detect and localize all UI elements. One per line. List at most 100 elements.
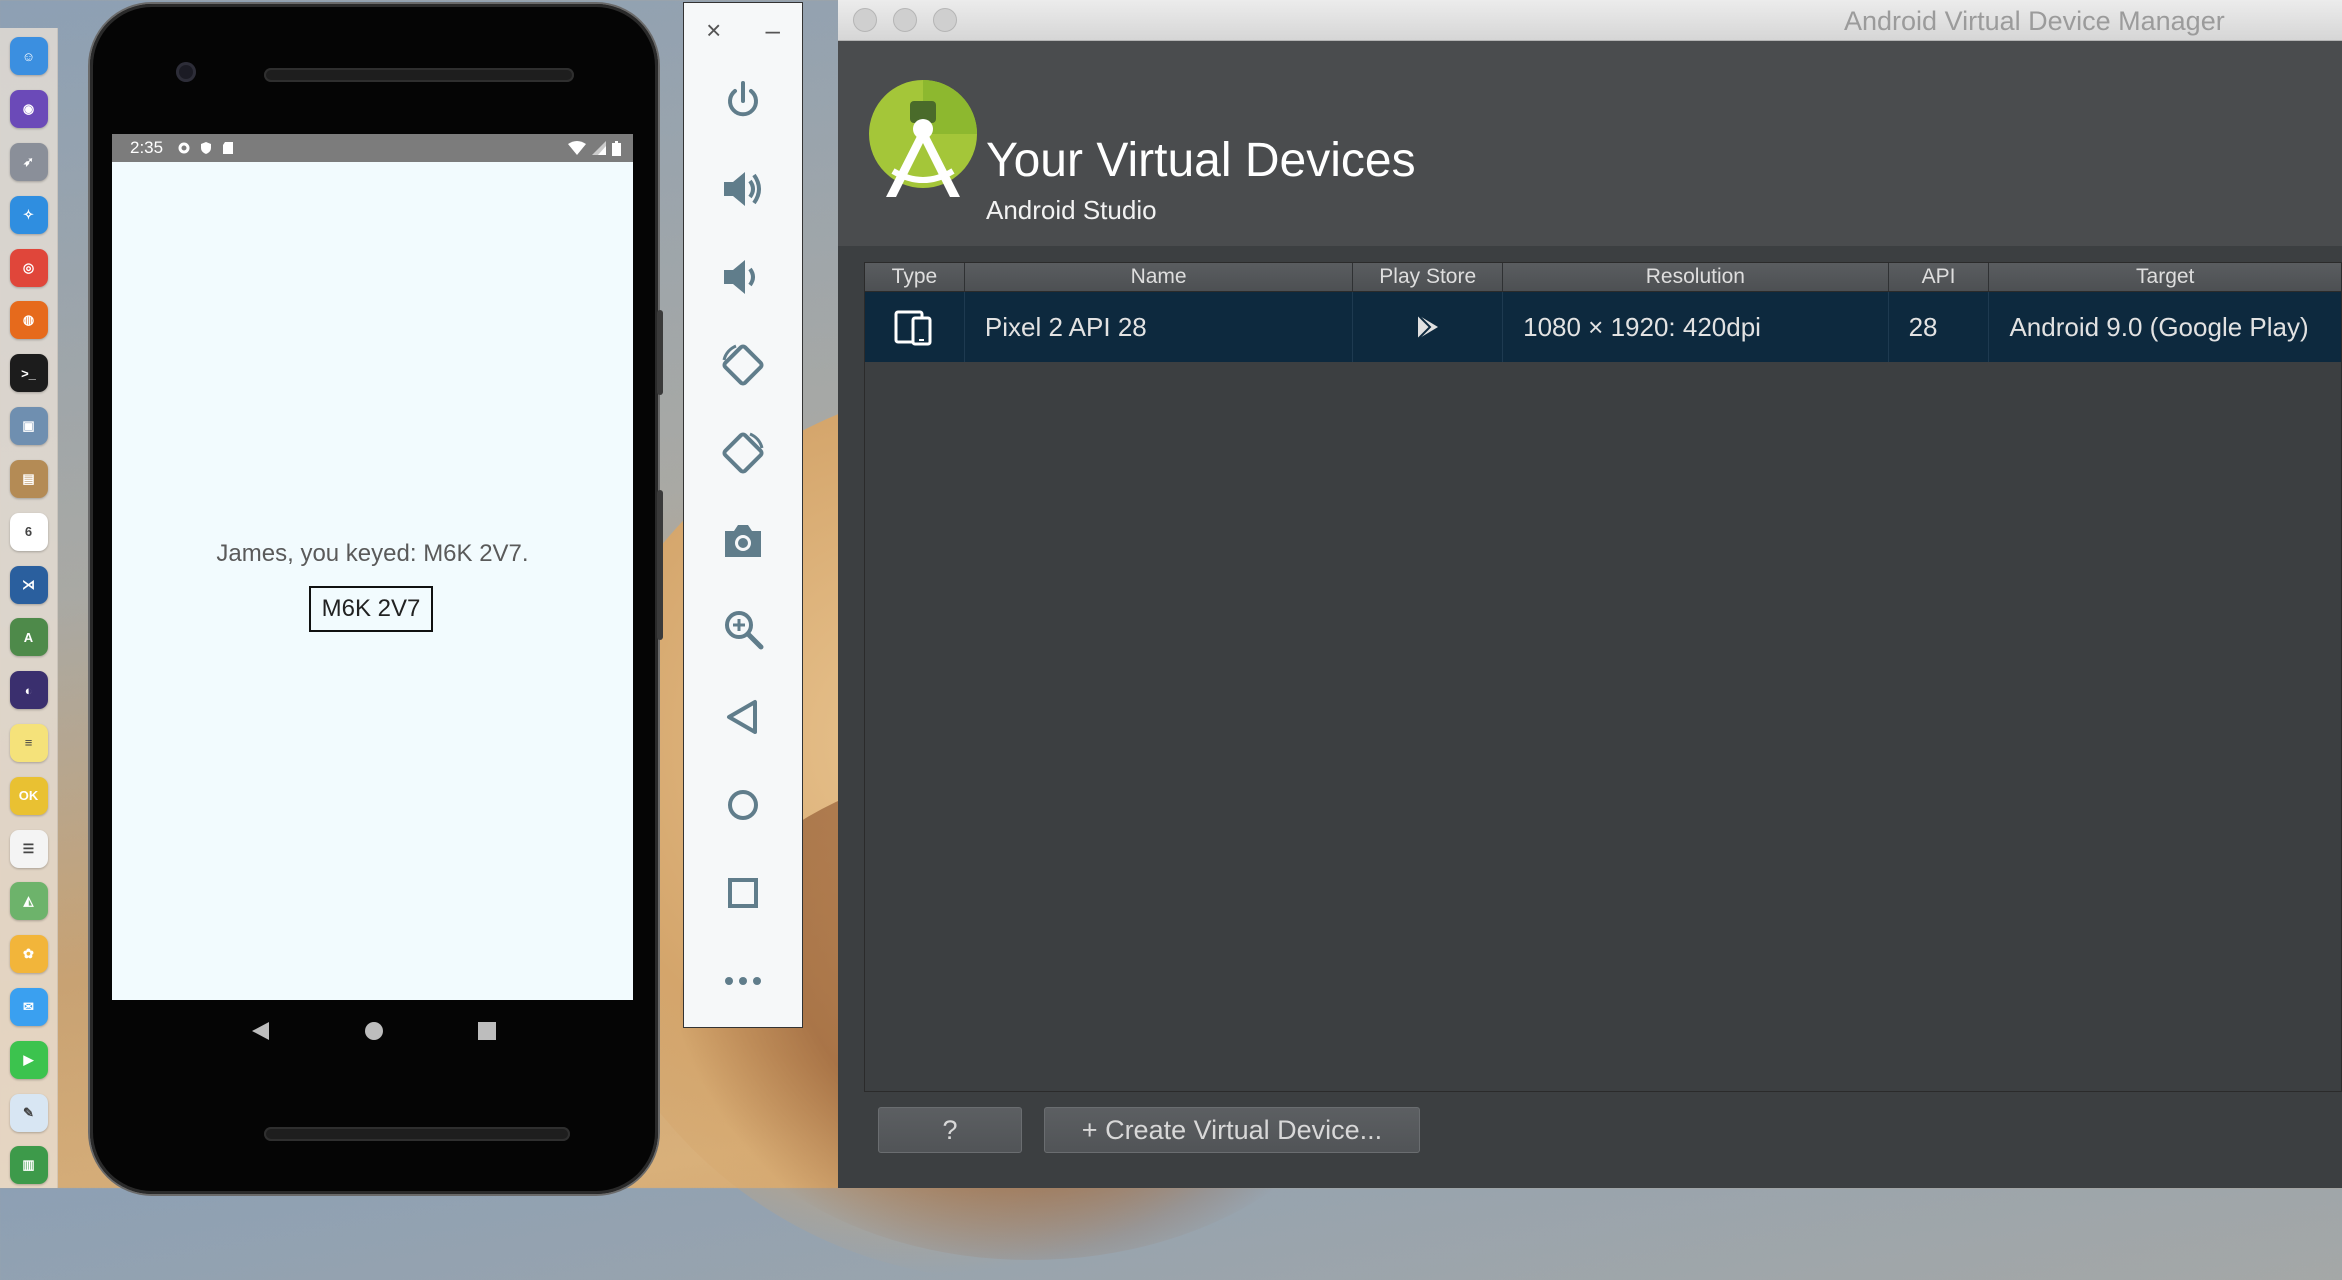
avd-footer: ? + Create Virtual Device...: [878, 1107, 1420, 1153]
power-button[interactable]: [684, 57, 802, 145]
dock-item[interactable]: ▣: [8, 404, 50, 449]
launchpad-icon: ➶: [9, 143, 48, 182]
rotate-left-icon: [722, 344, 764, 386]
avd-manager-window: Android Virtual Device Manager Your Virt…: [838, 0, 2342, 1188]
dock-item[interactable]: ☰: [8, 826, 50, 871]
overview-button[interactable]: [684, 849, 802, 937]
dock-item[interactable]: A: [8, 615, 50, 660]
resolution-cell: 1080 × 1920: 420dpi: [1503, 292, 1889, 362]
emulator-minimize-button[interactable]: –: [765, 15, 779, 46]
column-header-play-store[interactable]: Play Store: [1353, 263, 1504, 291]
bottom-speaker: [264, 1127, 570, 1141]
settings-icon: [178, 142, 190, 154]
dock-item[interactable]: OK: [8, 773, 50, 818]
facetime-icon: ▶: [9, 1040, 48, 1079]
dock-item[interactable]: ✎: [8, 1090, 50, 1135]
nav-recents-icon[interactable]: [477, 1021, 497, 1041]
column-header-api[interactable]: API: [1889, 263, 1990, 291]
volume-up-button[interactable]: [684, 145, 802, 233]
home-button[interactable]: [684, 761, 802, 849]
volume-up-icon: [724, 172, 761, 206]
overview-square-icon: [728, 878, 758, 908]
home-circle-icon: [728, 790, 758, 820]
window-close-button[interactable]: [853, 8, 877, 32]
android-studio-icon: A: [9, 618, 48, 657]
table-header: Type Name Play Store Resolution API Targ…: [865, 263, 2341, 292]
phone-tablet-icon: [894, 310, 932, 346]
github-icon: ◐: [9, 671, 48, 710]
keyed-message: James, you keyed: M6K 2V7.: [216, 540, 529, 567]
dock-item[interactable]: 6: [8, 509, 50, 554]
photos-icon: ✿: [9, 935, 48, 974]
column-header-type[interactable]: Type: [865, 263, 965, 291]
nav-back-icon[interactable]: [249, 1020, 271, 1042]
ok-app-icon: OK: [9, 776, 48, 815]
window-minimize-button[interactable]: [893, 8, 917, 32]
macos-dock: ☺ ◉ ➶ ✧ ◎ ◍ >_ ▣ ▤ 6 ⋊ A ◐ ≡ OK ☰ ◭ ✿ ✉ ▶ ✎ ▥: [0, 28, 58, 1188]
chrome-icon: ◎: [9, 248, 48, 287]
terminal-icon: >_: [9, 354, 48, 393]
phone-screen[interactable]: 2:35 James, you keyed: M6K 2V7. M6K 2V7: [112, 134, 633, 1000]
dock-item[interactable]: ⋊: [8, 562, 50, 607]
dock-item[interactable]: ✧: [8, 192, 50, 237]
android-nav-bar: [112, 1000, 633, 1062]
dock-item[interactable]: ◉: [8, 87, 50, 132]
dock-item[interactable]: ▥: [8, 1143, 50, 1188]
sd-card-icon: [223, 142, 234, 154]
device-type-cell: [865, 292, 965, 362]
page-subtitle: Android Studio: [986, 195, 1157, 225]
create-virtual-device-button[interactable]: + Create Virtual Device...: [1044, 1107, 1420, 1153]
volume-down-button[interactable]: [684, 233, 802, 321]
wifi-icon: [568, 141, 586, 155]
preview-icon: ▣: [9, 407, 48, 446]
dock-item[interactable]: ▤: [8, 457, 50, 502]
more-button[interactable]: [684, 937, 802, 1025]
reminders-icon: ☰: [9, 829, 48, 868]
back-button[interactable]: [684, 673, 802, 761]
earpiece-speaker: [264, 68, 574, 82]
textedit-icon: ✎: [9, 1093, 48, 1132]
dock-item[interactable]: ≡: [8, 721, 50, 766]
dock-item[interactable]: ◎: [8, 245, 50, 290]
play-store-icon: [1417, 314, 1438, 340]
dock-item[interactable]: ◍: [8, 298, 50, 343]
dock-item[interactable]: ➶: [8, 140, 50, 185]
camera-icon: [725, 525, 761, 557]
dock-item[interactable]: ☺: [8, 34, 50, 79]
nav-home-icon[interactable]: [364, 1021, 384, 1041]
rotate-left-button[interactable]: [684, 321, 802, 409]
dock-item[interactable]: ◐: [8, 668, 50, 713]
emulator-close-button[interactable]: ×: [706, 15, 721, 46]
rotate-right-button[interactable]: [684, 409, 802, 497]
table-row[interactable]: Pixel 2 API 28 1080 × 1920: 420dpi 28 An…: [865, 292, 2341, 362]
volume-side-button: [657, 490, 663, 640]
notes-icon: ≡: [9, 723, 48, 762]
zoom-button[interactable]: [684, 585, 802, 673]
window-zoom-button[interactable]: [933, 8, 957, 32]
zoom-icon: [725, 611, 764, 650]
power-icon: [728, 81, 758, 117]
column-header-target[interactable]: Target: [1989, 263, 2341, 291]
dock-item[interactable]: >_: [8, 351, 50, 396]
dock-item[interactable]: ▶: [8, 1037, 50, 1082]
target-cell: Android 9.0 (Google Play): [2009, 311, 2309, 342]
status-time: 2:35: [130, 138, 164, 157]
help-button[interactable]: ?: [878, 1107, 1022, 1153]
finder-icon: ☺: [9, 37, 48, 76]
dock-item[interactable]: ✉: [8, 985, 50, 1030]
firefox-icon: ◍: [9, 301, 48, 340]
power-side-button: [657, 310, 663, 395]
contacts-icon: ▤: [9, 459, 48, 498]
play-store-cell: [1353, 292, 1504, 362]
column-header-resolution[interactable]: Resolution: [1503, 263, 1889, 291]
window-title: Android Virtual Device Manager: [1844, 6, 2225, 36]
calendar-icon: 6: [9, 512, 48, 551]
back-triangle-icon: [727, 700, 757, 734]
screenshot-button[interactable]: [684, 497, 802, 585]
window-titlebar: Android Virtual Device Manager: [838, 0, 2342, 41]
column-header-name[interactable]: Name: [965, 263, 1354, 291]
postal-code-box[interactable]: M6K 2V7: [309, 586, 433, 632]
dock-item[interactable]: ✿: [8, 932, 50, 977]
android-studio-logo: [869, 80, 977, 197]
dock-item[interactable]: ◭: [8, 879, 50, 924]
